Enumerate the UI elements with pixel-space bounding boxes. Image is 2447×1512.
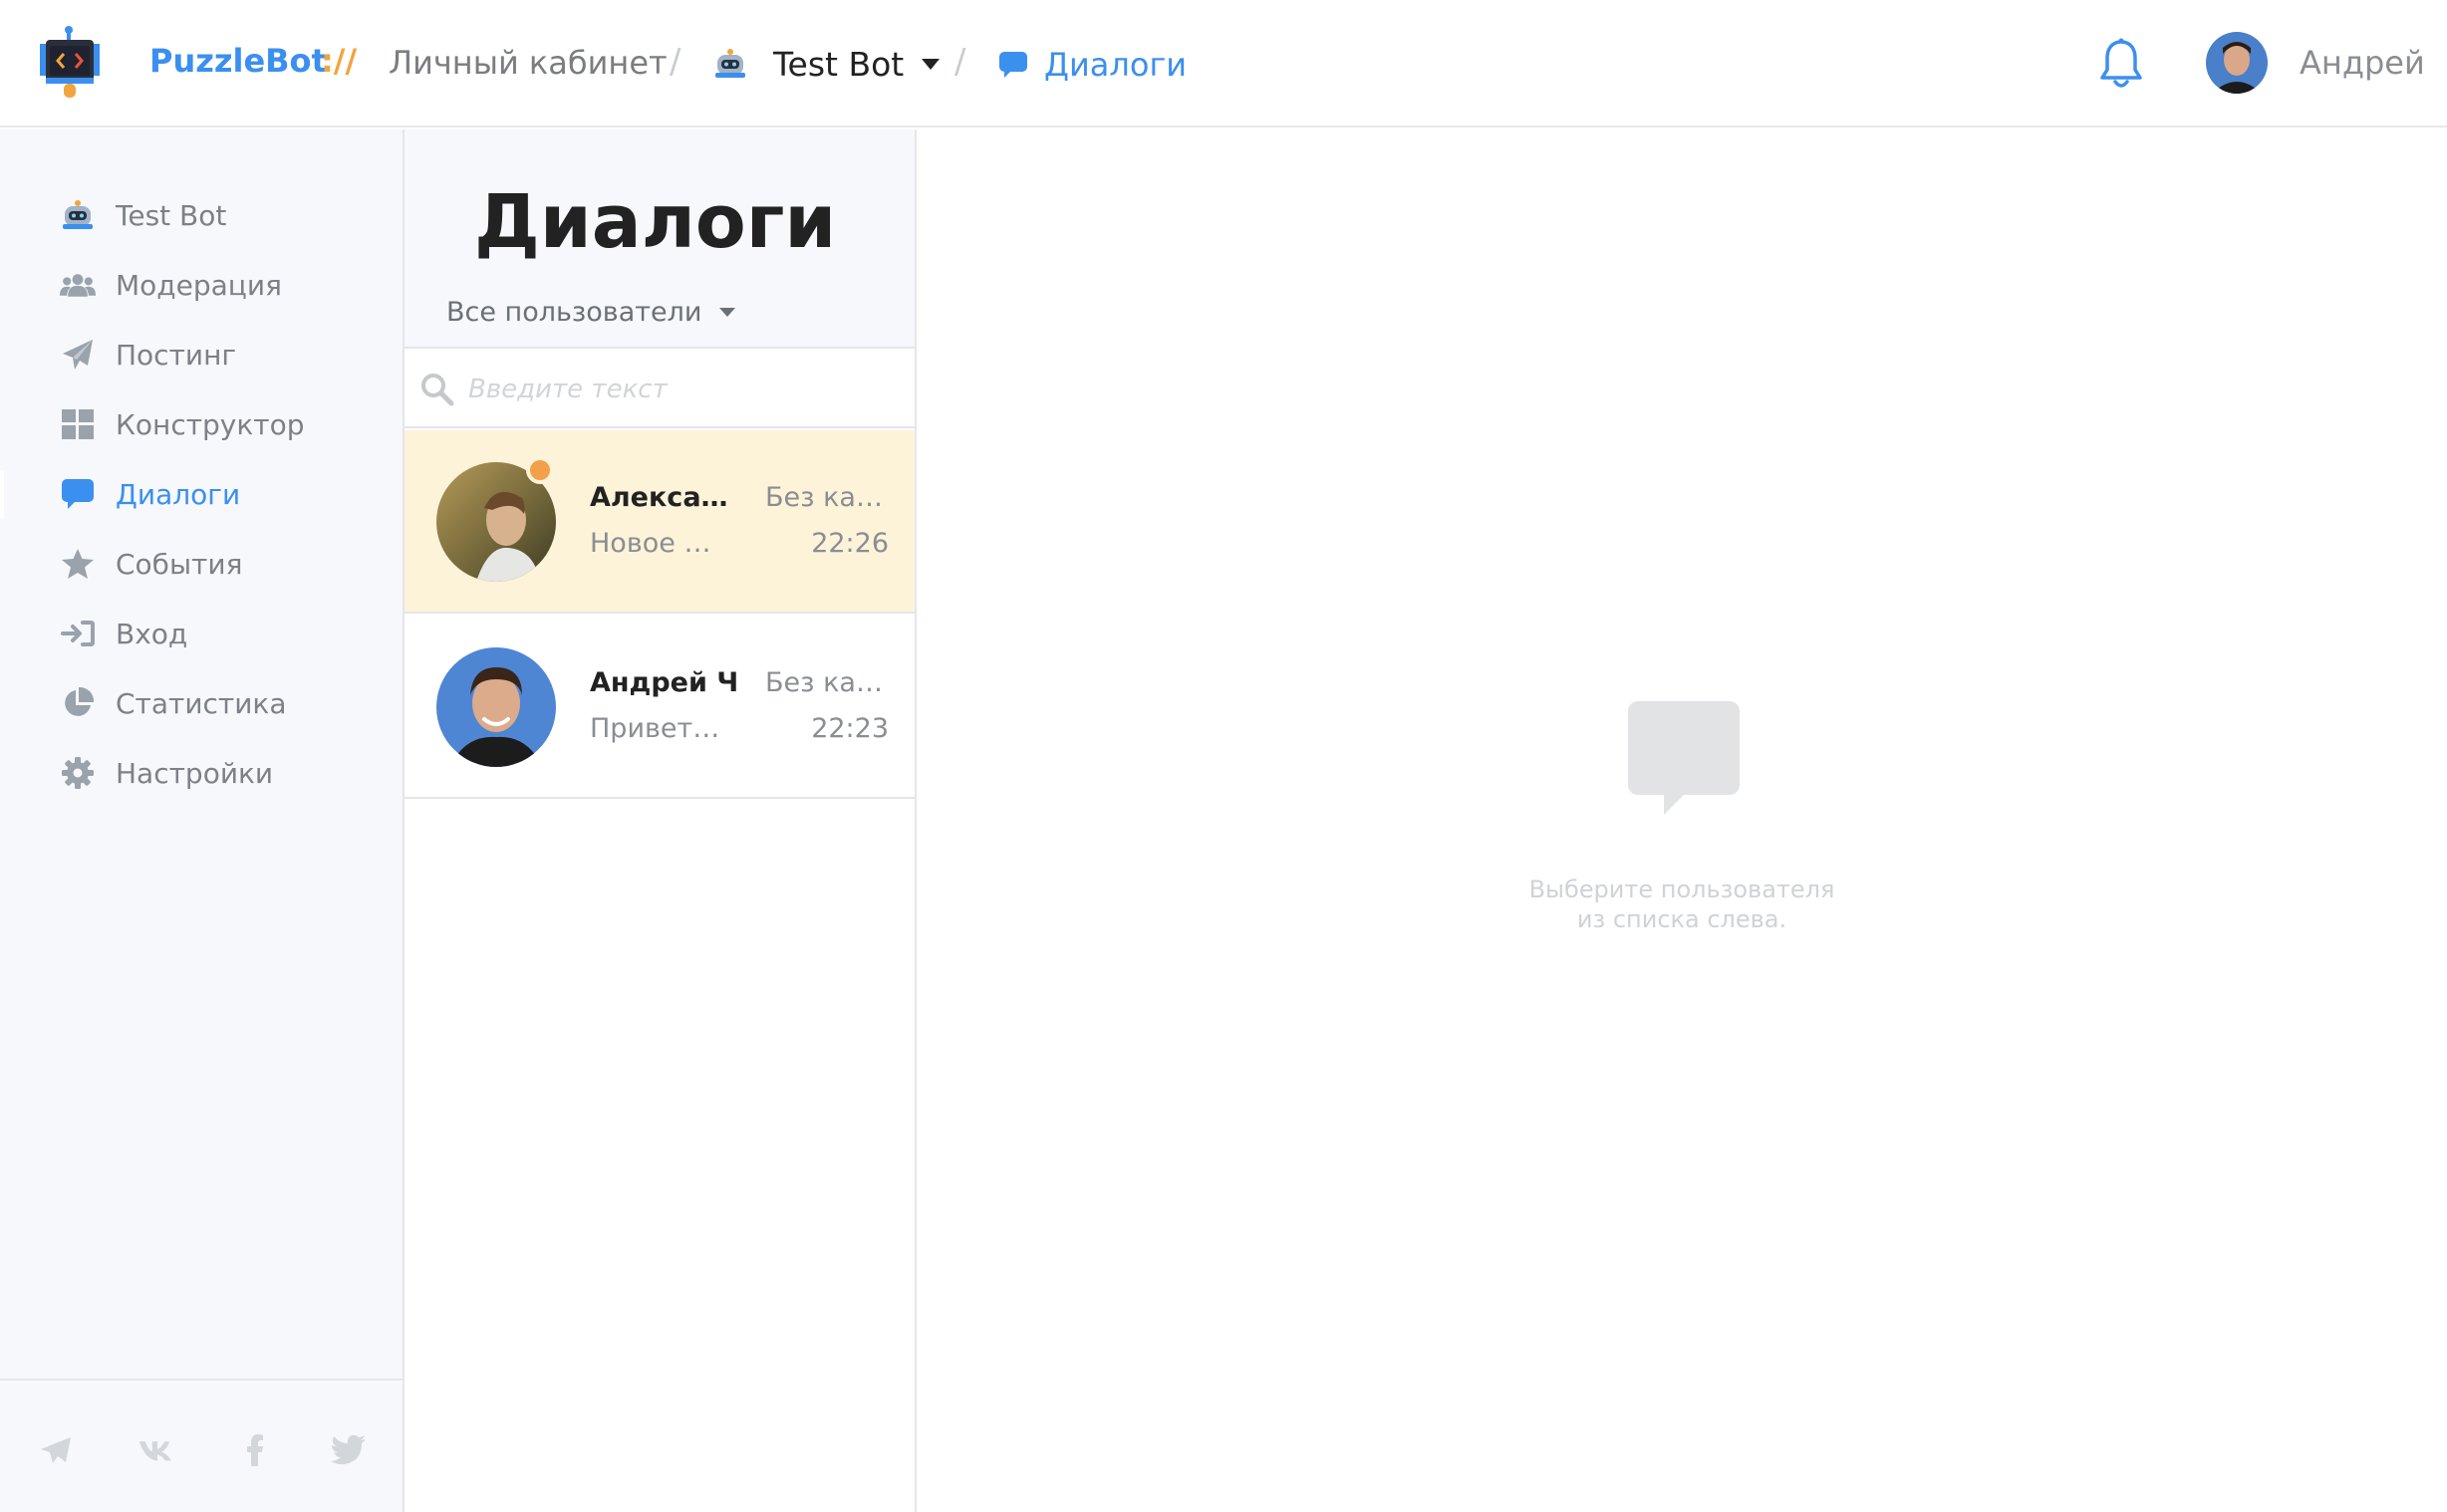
sidebar-item-label: Диалоги (116, 477, 241, 511)
telegram-icon[interactable] (36, 1432, 76, 1468)
chevron-down-icon (719, 308, 736, 317)
sidebar-item-dialogs[interactable]: Диалоги (0, 464, 403, 524)
search-icon (420, 373, 454, 406)
dialog-time: 22:26 (811, 528, 889, 559)
grid-icon (60, 406, 96, 442)
empty-state-message: Выберите пользователя из списка слева. (1528, 876, 1835, 933)
dialogs-panel: Диалоги Все пользователи Введите текст А… (405, 129, 917, 1512)
pie-chart-icon (60, 685, 96, 721)
sidebar-item-label: Test Bot (116, 198, 227, 232)
brand-separator: :// (321, 42, 358, 80)
bot-selector[interactable]: Test Bot (713, 38, 941, 90)
dialog-last-message: Привет, как дела (590, 713, 725, 744)
robot-icon (60, 197, 96, 233)
sidebar-item-statistics[interactable]: Статистика (0, 673, 403, 733)
dialog-category: Без категории (765, 667, 883, 698)
paper-plane-icon (60, 337, 96, 373)
dialogs-header: Диалоги Все пользователи (405, 129, 915, 349)
vk-icon[interactable] (137, 1432, 177, 1468)
chevron-down-icon (922, 58, 941, 70)
breadcrumb-dialogs-label: Диалоги (1044, 46, 1188, 84)
sidebar-item-events[interactable]: События (0, 534, 403, 594)
user-filter-dropdown[interactable]: Все пользователи (446, 297, 736, 328)
sidebar-item-label: Постинг (116, 338, 237, 372)
twitter-icon[interactable] (329, 1432, 369, 1468)
dialog-list-item[interactable]: Андрей Ч Без категории Привет, как дела … (405, 616, 915, 799)
breadcrumb-divider: / (954, 42, 966, 82)
user-name[interactable]: Андрей (2300, 44, 2425, 82)
breadcrumb-divider: / (670, 42, 681, 82)
sidebar-item-settings[interactable]: Настройки (0, 743, 403, 803)
bot-name: Test Bot (773, 44, 905, 84)
top-bar: PuzzleBot :// Личный кабинет / Test Bot … (0, 0, 2447, 127)
unread-indicator (526, 456, 554, 484)
dialog-user-name: Александр (590, 482, 743, 513)
users-icon (60, 267, 96, 303)
sign-in-icon (60, 616, 96, 651)
dialog-last-message: Новое сообщение (590, 528, 725, 559)
sidebar-item-label: Настройки (116, 756, 274, 790)
sidebar-item-posting[interactable]: Постинг (0, 325, 403, 384)
bell-icon[interactable] (2096, 38, 2146, 92)
chat-bubble-icon (998, 51, 1028, 79)
avatar (436, 647, 556, 767)
conversation-area: Выберите пользователя из списка слева. (917, 129, 2447, 1512)
sidebar-item-constructor[interactable]: Конструктор (0, 394, 403, 454)
chat-bubble-icon (1626, 699, 1742, 817)
sidebar-item-label: События (116, 547, 243, 581)
gear-icon (60, 755, 96, 791)
brand-name[interactable]: PuzzleBot (149, 42, 327, 80)
sidebar-item-login[interactable]: Вход (0, 604, 403, 663)
chat-bubble-icon (60, 476, 96, 512)
facebook-icon[interactable] (235, 1432, 275, 1468)
sidebar-item-label: Статистика (116, 686, 287, 720)
user-avatar[interactable] (2206, 32, 2268, 94)
dialog-user-name: Андрей Ч (590, 667, 739, 698)
social-links (0, 1379, 403, 1512)
sidebar-item-label: Вход (116, 617, 188, 650)
sidebar-item-moderation[interactable]: Модерация (0, 255, 403, 315)
sidebar: Test Bot Модерация Постинг Конструктор Д… (0, 129, 405, 1512)
breadcrumb-dialogs[interactable]: Диалоги (998, 42, 1187, 88)
puzzlebot-logo-icon[interactable] (38, 26, 104, 100)
sidebar-item-label: Модерация (116, 268, 282, 302)
star-icon (60, 546, 96, 582)
sidebar-item-label: Конструктор (116, 407, 305, 441)
page-title: Диалоги (474, 179, 837, 265)
robot-icon (713, 49, 747, 79)
dialog-time: 22:23 (811, 713, 889, 744)
search-input[interactable] (468, 365, 887, 414)
sidebar-item-test-bot[interactable]: Test Bot (0, 185, 403, 245)
breadcrumb-cabinet[interactable]: Личный кабинет (389, 44, 668, 82)
search-bar (405, 351, 915, 428)
dialog-list-item[interactable]: Александр Без категории Новое сообщение … (405, 430, 915, 614)
user-filter-label: Все пользователи (446, 297, 702, 328)
dialog-category: Без категории (765, 482, 883, 513)
